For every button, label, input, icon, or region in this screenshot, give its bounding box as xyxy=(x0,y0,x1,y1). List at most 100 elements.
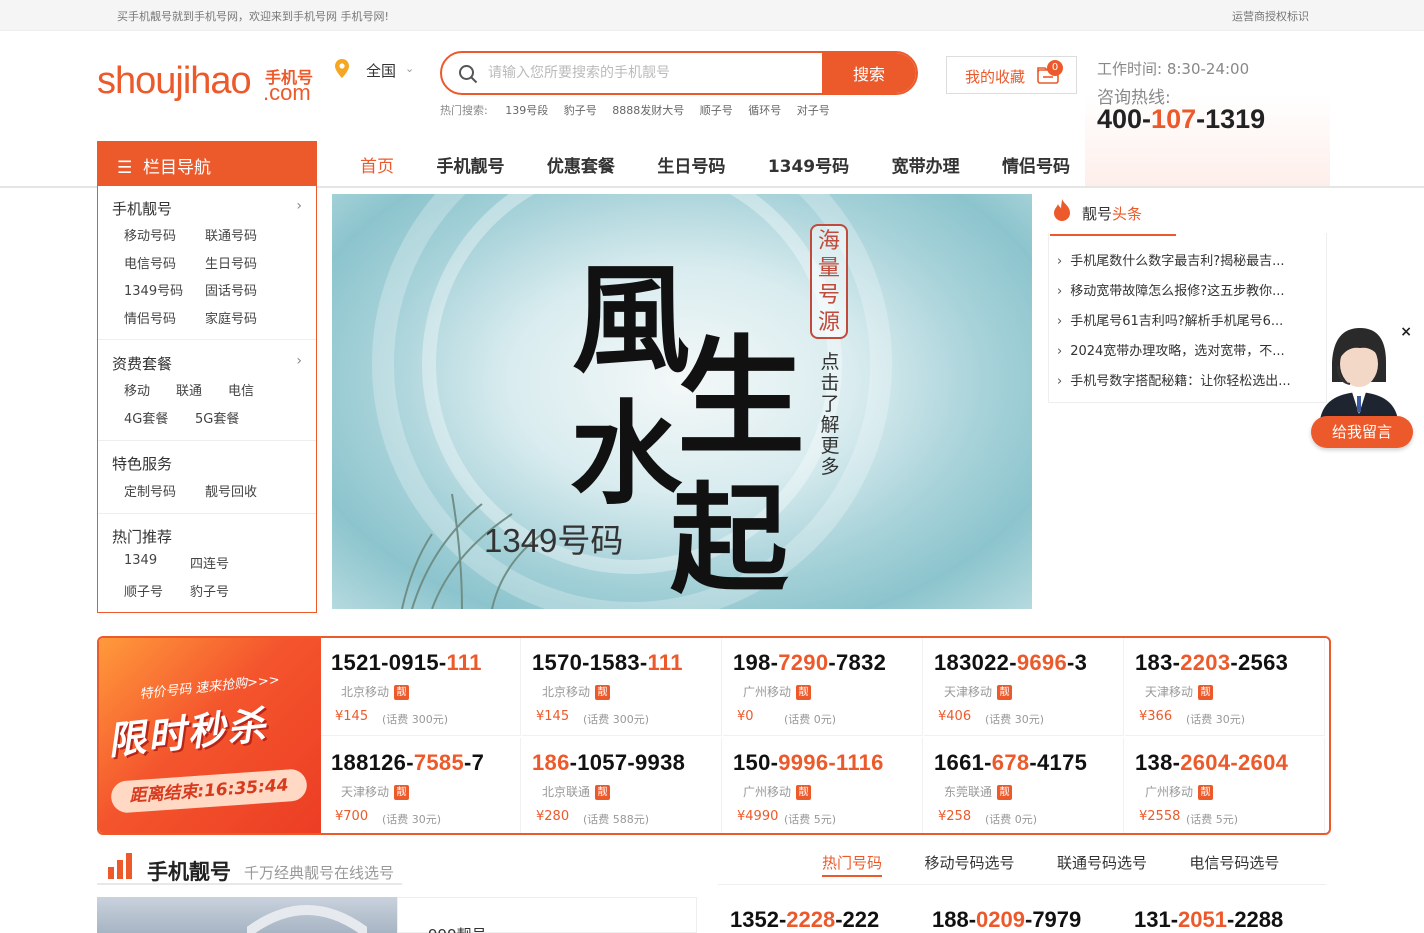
hotline-number: 400-107-1319 xyxy=(1097,104,1266,134)
flash-sale-promo[interactable]: 特价号码 速来抢购>>> 限时秒杀 距离结束:16:35:44 xyxy=(99,638,321,833)
sidebar-link[interactable]: 家庭号码 xyxy=(205,308,257,327)
phone-number: 183-2203-2563 xyxy=(1135,650,1289,675)
sidebar-link[interactable]: 豹子号 xyxy=(190,581,229,600)
number-card[interactable]: 1661-678-4175 东莞联通靓 ¥258 (话费 0元) xyxy=(924,738,1124,833)
hot-search-link[interactable]: 豹子号 xyxy=(564,104,597,117)
news-item[interactable]: › 2024宽带办理攻略，选对宽带，不... xyxy=(1057,340,1315,359)
bar-chart-icon xyxy=(108,853,132,879)
search-button[interactable]: 搜索 xyxy=(822,53,916,93)
sidebar-section-title[interactable]: 资费套餐 xyxy=(112,353,172,374)
sidebar-link[interactable]: 1349 xyxy=(124,553,157,568)
credit-fee: (话费 0元) xyxy=(784,713,837,726)
category-nav-title: 栏目导航 xyxy=(143,158,211,178)
number-card[interactable]: 183-2203-2563 天津移动靓 ¥366 (话费 30元) xyxy=(1125,638,1325,736)
favorites-button[interactable]: 我的收藏 0 xyxy=(946,56,1077,94)
news-header: 靓号头条 xyxy=(1050,197,1327,237)
phone-number: 186-1057-9938 xyxy=(532,750,686,775)
sidebar-section-hot: 热门推荐 1349 四连号 顺子号 豹子号 xyxy=(98,514,316,612)
sidebar-section-title[interactable]: 手机靓号 xyxy=(112,198,172,219)
chevron-down-icon[interactable]: ⌄ xyxy=(405,62,414,75)
sidebar-section-services: 特色服务 定制号码 靓号回收 xyxy=(98,441,316,514)
banner-cta[interactable]: 点击了解更多 xyxy=(817,352,843,478)
sidebar-link[interactable]: 5G套餐 xyxy=(195,408,239,427)
news-item[interactable]: › 手机尾数什么数字最吉利?揭秘最吉... xyxy=(1057,250,1315,269)
chevron-right-icon[interactable]: › xyxy=(296,198,302,214)
leave-message-button[interactable]: 给我留言 xyxy=(1311,416,1413,448)
hot-search-link[interactable]: 8888发财大号 xyxy=(612,104,684,117)
news-item[interactable]: › 手机号数字搭配秘籍：让你轻松选出... xyxy=(1057,370,1315,389)
sidebar-link[interactable]: 顺子号 xyxy=(124,581,163,600)
nav-mobile-numbers[interactable]: 手机靓号 xyxy=(436,152,504,177)
sidebar-link[interactable]: 移动 xyxy=(124,380,150,399)
nav-1349[interactable]: 1349号码 xyxy=(768,152,849,177)
phone-number[interactable]: 1352-2228-222 xyxy=(730,907,879,933)
sidebar-link[interactable]: 移动号码 xyxy=(124,225,176,244)
customer-service-widget: × 给我留言 xyxy=(1310,322,1414,450)
nav-couple[interactable]: 情侣号码 xyxy=(1002,152,1070,177)
number-card[interactable]: 198-7290-7832 广州移动靓 ¥0 (话费 0元) xyxy=(723,638,923,736)
close-icon[interactable]: × xyxy=(1400,324,1412,340)
hot-search-link[interactable]: 顺子号 xyxy=(700,104,733,117)
carrier-city: 北京移动靓 xyxy=(341,683,410,700)
premium-badge: 靓 xyxy=(1198,685,1214,700)
sidebar-link[interactable]: 电信号码 xyxy=(124,253,176,272)
banner-tag: 海量号源 xyxy=(810,224,848,339)
price: ¥145 xyxy=(335,709,369,724)
sidebar-link[interactable]: 情侣号码 xyxy=(124,308,176,327)
sidebar-link[interactable]: 固话号码 xyxy=(205,280,257,299)
tab-telecom-numbers[interactable]: 电信号码选号 xyxy=(1189,852,1279,873)
news-item[interactable]: › 移动宽带故障怎么报修?这五步教你... xyxy=(1057,280,1315,299)
sidebar-link[interactable]: 四连号 xyxy=(190,553,229,572)
sidebar-link[interactable]: 定制号码 xyxy=(124,481,176,500)
hot-search-link[interactable]: 对子号 xyxy=(797,104,830,117)
service-agent-avatar xyxy=(1320,328,1398,420)
price: ¥406 xyxy=(938,709,972,724)
sidebar-link[interactable]: 联通 xyxy=(176,380,202,399)
nav-broadband[interactable]: 宽带办理 xyxy=(892,152,960,177)
hot-search-link[interactable]: 139号段 xyxy=(505,104,548,117)
number-card[interactable]: 138-2604-2604 广州移动靓 ¥2558 (话费 5元) xyxy=(1125,738,1325,833)
credit-fee: (话费 0元) xyxy=(985,813,1038,826)
hero-banner[interactable]: 風 生 水 起 海量号源 点击了解更多 1349号码 xyxy=(332,194,1032,609)
news-item[interactable]: › 手机尾号61吉利吗?解析手机尾号6... xyxy=(1057,310,1315,329)
location-select[interactable]: 全国 xyxy=(366,60,396,81)
category-nav-header[interactable]: ☰ 栏目导航 xyxy=(97,141,317,186)
tab-mobile-numbers[interactable]: 移动号码选号 xyxy=(924,852,1014,873)
work-time: 工作时间: 8:30-24:00 xyxy=(1097,60,1250,78)
phone-number[interactable]: 131-2051-2288 xyxy=(1134,907,1283,933)
sidebar-link[interactable]: 1349号码 xyxy=(124,280,183,299)
sidebar-section-title[interactable]: 热门推荐 xyxy=(112,526,172,547)
sidebar-section-numbers: 手机靓号 › 移动号码 联通号码 电信号码 生日号码 1349号码 固话号码 情… xyxy=(98,186,316,340)
number-card[interactable]: 188126-7585-7 天津移动靓 ¥700 (话费 30元) xyxy=(321,738,521,833)
sidebar-link[interactable]: 靓号回收 xyxy=(205,481,257,500)
section-image[interactable] xyxy=(97,897,397,933)
nav-plans[interactable]: 优惠套餐 xyxy=(547,152,615,177)
number-card[interactable]: 186-1057-9938 北京联通靓 ¥280 (话费 588元) xyxy=(522,738,722,833)
location-pin-icon[interactable] xyxy=(335,59,349,78)
premium-badge: 靓 xyxy=(595,785,611,800)
nav-home[interactable]: 首页 xyxy=(360,152,394,177)
price: ¥366 xyxy=(1139,709,1173,724)
tab-hot-numbers[interactable]: 热门号码 xyxy=(822,852,883,877)
number-card[interactable]: 183022-9696-3 天津移动靓 ¥406 (话费 30元) xyxy=(924,638,1124,736)
nav-birthday[interactable]: 生日号码 xyxy=(657,152,725,177)
sidebar-link[interactable]: 生日号码 xyxy=(205,253,257,272)
chevron-right-icon: › xyxy=(1057,254,1063,269)
number-card[interactable]: 150-9996-1116 广州移动靓 ¥4990 (话费 5元) xyxy=(723,738,923,833)
sidebar-link[interactable]: 4G套餐 xyxy=(124,408,168,427)
search-input[interactable] xyxy=(488,53,818,93)
tab-unicom-numbers[interactable]: 联通号码选号 xyxy=(1057,852,1147,873)
number-card[interactable]: 1570-1583-111 北京移动靓 ¥145 (话费 300元) xyxy=(522,638,722,736)
operator-auth-link[interactable]: 运营商授权标识 xyxy=(1232,8,1309,24)
hot-search-link[interactable]: 循环号 xyxy=(748,104,781,117)
sidebar: 手机靓号 › 移动号码 联通号码 电信号码 生日号码 1349号码 固话号码 情… xyxy=(97,186,317,613)
phone-number[interactable]: 188-0209-7979 xyxy=(932,907,1081,933)
sidebar-link[interactable]: 联通号码 xyxy=(205,225,257,244)
price: ¥700 xyxy=(335,809,369,824)
number-card[interactable]: 1521-0915-111 北京移动靓 ¥145 (话费 300元) xyxy=(321,638,521,736)
credit-fee: (话费 5元) xyxy=(784,813,837,826)
chevron-right-icon[interactable]: › xyxy=(296,353,302,369)
sidebar-section-title[interactable]: 特色服务 xyxy=(112,453,172,474)
site-logo[interactable]: shoujihao 手机号 .com xyxy=(97,60,322,110)
sidebar-link[interactable]: 电信 xyxy=(228,380,254,399)
